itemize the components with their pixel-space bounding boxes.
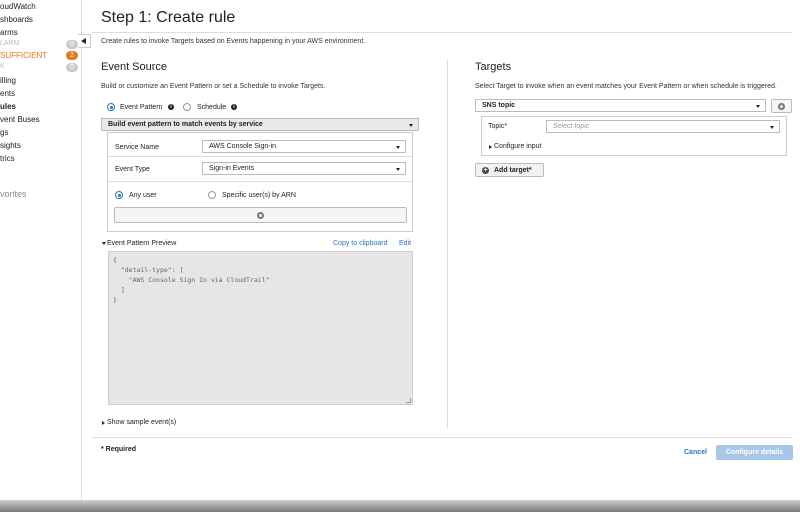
insufficient-count-badge: 2 [66,51,78,60]
sidebar-item-alarm[interactable]: LARM [0,40,19,47]
topic-select[interactable]: Select topic [546,120,780,133]
event-type-value: Sign-in Events [209,165,255,172]
cancel-button[interactable]: Cancel [684,449,707,456]
gear-icon [778,103,785,110]
specific-user-label[interactable]: Specific user(s) by ARN [222,192,296,199]
sidebar-item-insufficient[interactable]: SUFFICIENT [0,51,47,60]
event-type-select[interactable]: Sign-in Events [202,162,406,175]
targets-description: Select Target to invoke when an event ma… [475,83,777,90]
sidebar-item-logs[interactable]: gs [0,128,8,137]
target-type-value: SNS topic [482,102,516,109]
schedule-info-icon[interactable]: i [231,104,237,110]
plus-icon: + [482,167,489,174]
target-settings-button[interactable] [771,99,792,113]
sidebar-item-events[interactable]: ents [0,89,15,98]
sidebar-favorites-heading: vorites [0,189,27,199]
service-name-value: AWS Console Sign-in [209,143,277,150]
alarm-count-badge: 0 [66,40,78,49]
ok-count-badge: 0 [66,63,78,72]
event-source-description: Build or customize an Event Pattern or s… [101,83,326,90]
chevron-down-icon [409,124,413,127]
targets-heading: Targets [475,61,512,73]
schedule-label[interactable]: Schedule [197,104,226,111]
edit-pattern-link[interactable]: Edit [399,240,411,247]
sidebar-item-billing[interactable]: illing [0,76,16,85]
event-type-label: Event Type [115,166,150,173]
panel-divider [108,181,412,182]
sidebar-item-insights[interactable]: sights [0,141,21,150]
add-target-label: Add target* [494,167,532,174]
service-name-label: Service Name [115,144,159,151]
schedule-radio[interactable] [183,103,191,111]
show-sample-events-toggle[interactable]: Show sample event(s) [107,419,176,426]
page-title: Step 1: Create rule [101,9,236,26]
pattern-builder-label: Build event pattern to match events by s… [108,121,263,128]
sidebar-item-event-buses[interactable]: vent Buses [0,115,40,124]
caret-right-icon[interactable] [489,145,492,149]
sidebar-item-alarms[interactable]: arms [0,28,18,37]
gear-icon [257,212,264,219]
sidebar: oudWatch shboards arms LARM 0 SUFFICIENT… [0,0,82,500]
resize-handle-icon[interactable] [406,398,411,403]
window-bottom-edge [0,500,800,512]
event-pattern-radio[interactable] [107,103,115,111]
copy-to-clipboard-link[interactable]: Copy to clipboard [333,240,387,247]
chevron-down-icon [756,105,760,108]
pattern-builder-dropdown[interactable]: Build event pattern to match events by s… [101,118,419,131]
collapse-sidebar-icon[interactable] [78,34,91,48]
add-target-button[interactable]: + Add target* [475,163,544,177]
chevron-down-icon [396,168,400,171]
title-divider [92,32,792,33]
configure-input-toggle[interactable]: Configure input [494,143,541,150]
sidebar-item-ok[interactable]: K [0,63,5,70]
panel-divider [108,156,412,157]
service-name-select[interactable]: AWS Console Sign-in [202,140,406,153]
caret-down-icon[interactable] [102,242,106,245]
sidebar-item-cloudwatch[interactable]: oudWatch [0,2,36,11]
specific-user-radio[interactable] [208,191,216,199]
event-pattern-info-icon[interactable]: i [168,104,174,110]
topic-placeholder: Select topic [553,123,590,130]
event-pattern-code: { "detail-type": [ "AWS Console Sign In … [113,256,270,304]
sidebar-item-metrics[interactable]: trics [0,154,15,163]
event-pattern-preview-label[interactable]: Event Pattern Preview [107,240,176,247]
footer-divider [92,437,792,438]
event-pattern-label[interactable]: Event Pattern [120,104,162,111]
any-user-radio[interactable] [115,191,123,199]
configure-details-button[interactable]: Configure details [716,445,793,460]
sidebar-item-dashboards[interactable]: shboards [0,15,33,24]
required-note: * Required [101,446,137,453]
page-subtitle: Create rules to invoke Targets based on … [101,38,366,45]
sidebar-item-rules[interactable]: ules [0,102,16,111]
any-user-label[interactable]: Any user [129,192,157,199]
target-type-select[interactable]: SNS topic [475,99,766,112]
event-pattern-preview[interactable]: { "detail-type": [ "AWS Console Sign In … [108,251,413,405]
chevron-down-icon [396,146,400,149]
event-source-heading: Event Source [101,61,168,73]
chevron-down-icon [770,126,774,129]
column-divider [447,60,448,428]
topic-label: Topic* [488,123,508,130]
pattern-settings-button[interactable] [114,207,407,223]
caret-right-icon[interactable] [102,421,105,425]
